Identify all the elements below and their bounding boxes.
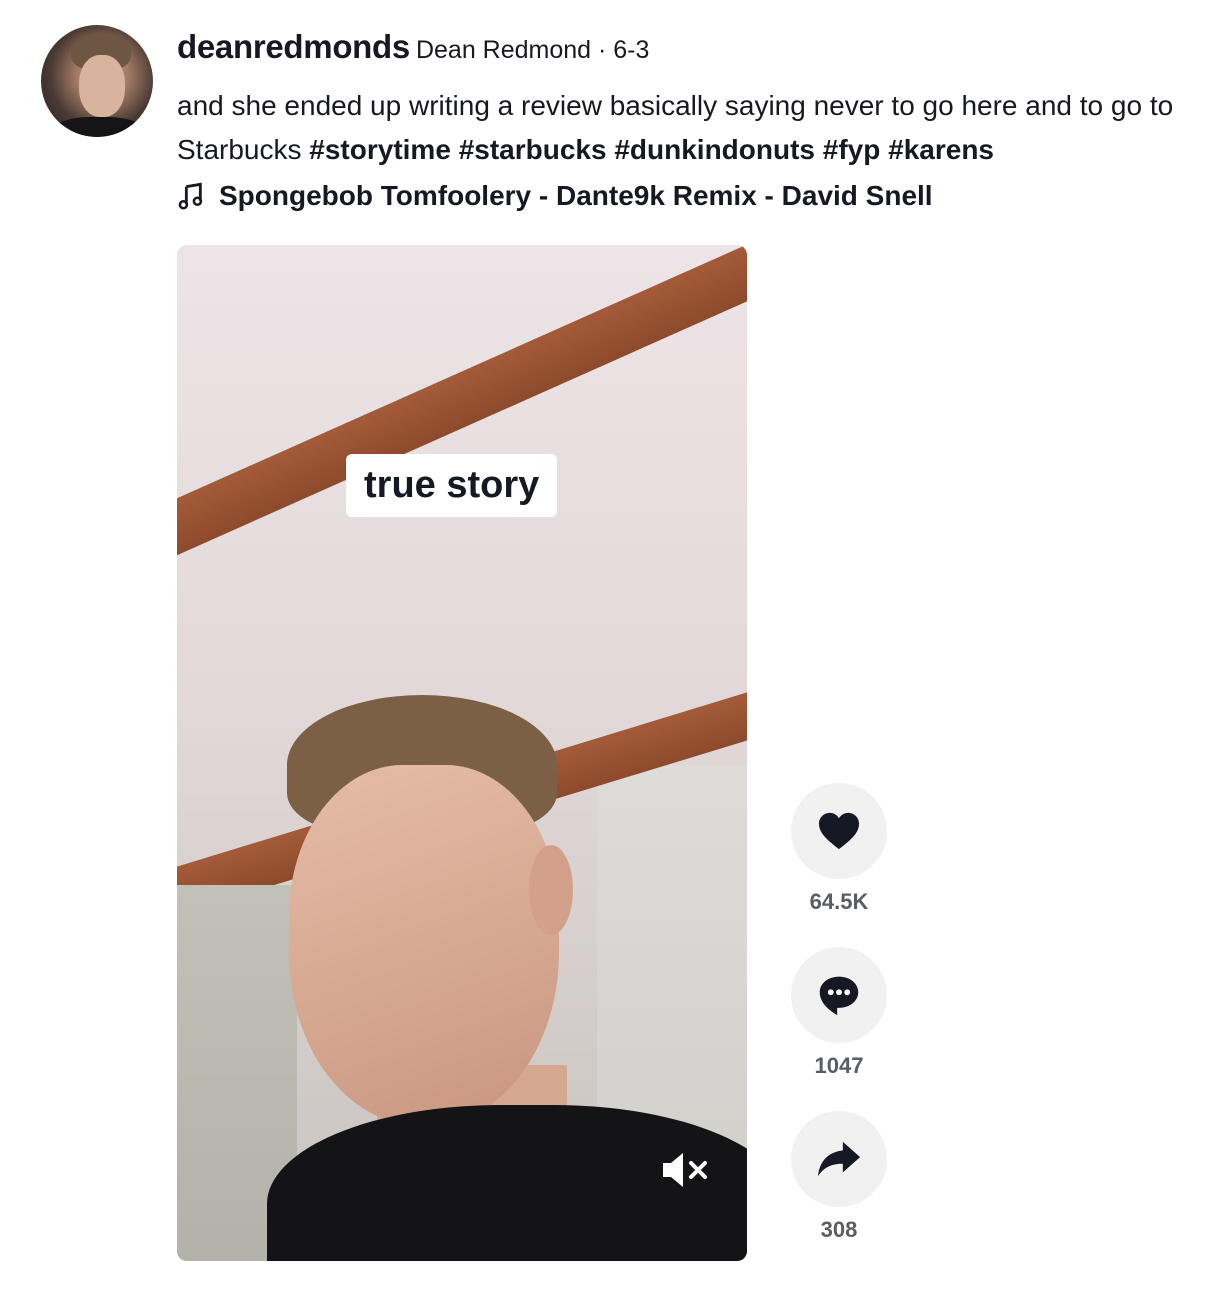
person-ear: [529, 845, 573, 935]
post-header: deanredmonds Dean Redmond · 6-3: [177, 28, 649, 66]
video-player[interactable]: true story: [177, 245, 747, 1261]
nickname-date: Dean Redmond · 6-3: [415, 36, 650, 64]
comment-count: 1047: [814, 1053, 864, 1078]
heart-icon: [819, 812, 859, 850]
like-action: 64.5K: [791, 783, 887, 947]
avatar[interactable]: [41, 25, 153, 137]
hashtag-dunkindonuts[interactable]: #dunkindonuts: [614, 134, 815, 165]
video-caption: true story: [346, 454, 558, 517]
share-arrow-icon: [817, 1141, 861, 1177]
share-button[interactable]: [791, 1111, 887, 1207]
comment-action: 1047: [791, 947, 887, 1111]
comment-bubble-icon: [819, 976, 859, 1016]
like-button[interactable]: [791, 783, 887, 879]
music-link[interactable]: Spongebob Tomfoolery - Dante9k Remix - D…: [177, 180, 933, 212]
speaker-muted-icon[interactable]: [661, 1150, 711, 1190]
share-count: 308: [820, 1217, 858, 1242]
music-title: Spongebob Tomfoolery - Dante9k Remix - D…: [219, 180, 933, 211]
like-count: 64.5K: [809, 889, 869, 914]
person-face: [289, 765, 559, 1125]
ceiling-beam: [177, 245, 747, 573]
avatar-face: [79, 55, 125, 117]
action-bar: 64.5K 1047 308: [791, 783, 887, 1275]
hashtag-karens[interactable]: #karens: [888, 134, 994, 165]
comment-button[interactable]: [791, 947, 887, 1043]
hashtag-fyp[interactable]: #fyp: [823, 134, 881, 165]
avatar-shirt: [51, 117, 146, 137]
hashtag-storytime[interactable]: #storytime: [309, 134, 451, 165]
share-action: 308: [791, 1111, 887, 1275]
hashtag-starbucks[interactable]: #starbucks: [459, 134, 607, 165]
username-link[interactable]: deanredmonds: [177, 28, 410, 65]
post-description: and she ended up writing a review basica…: [177, 84, 1207, 172]
music-note-icon: [178, 182, 203, 210]
